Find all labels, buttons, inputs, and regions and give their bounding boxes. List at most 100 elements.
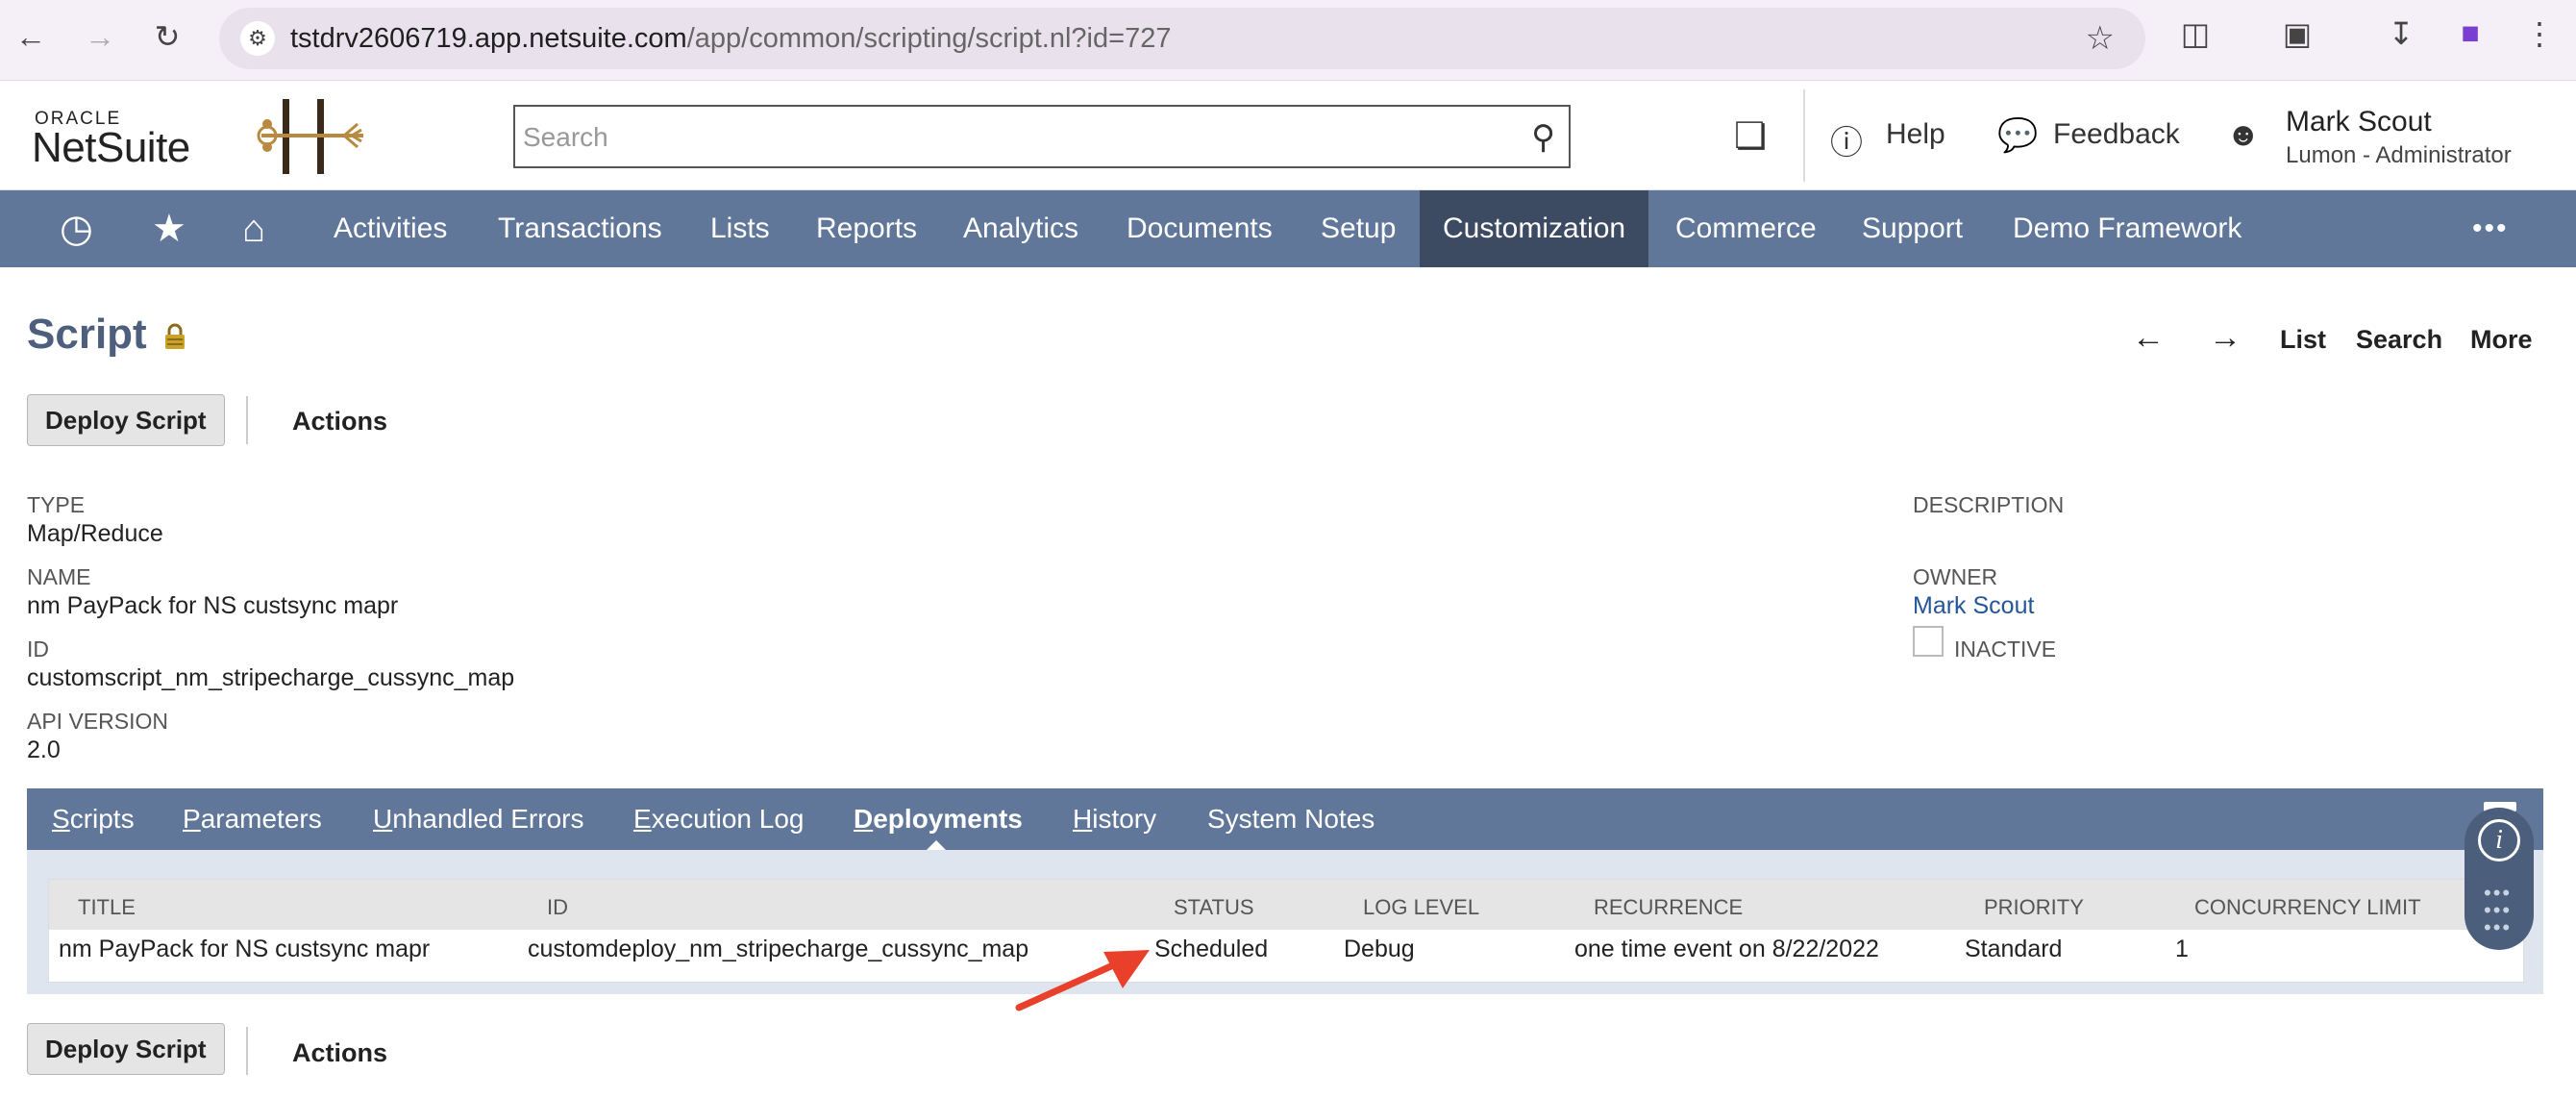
column-header-status[interactable]: STATUS xyxy=(1174,895,1254,920)
help-link[interactable]: Help xyxy=(1886,118,1945,151)
tab-unhandled-errors[interactable]: Unhandled Errors xyxy=(373,788,583,850)
inactive-checkbox[interactable] xyxy=(1913,626,1944,657)
recent-icon[interactable]: ◷ xyxy=(60,190,93,267)
tab-hotkey: H xyxy=(1073,804,1093,834)
more-link[interactable]: More xyxy=(2470,325,2533,355)
button-divider-bottom xyxy=(246,1027,248,1075)
description-label: DESCRIPTION xyxy=(1913,492,2065,517)
back-icon[interactable]: ← xyxy=(13,19,48,54)
column-header-priority[interactable]: PRIORITY xyxy=(1984,895,2084,920)
search-icon[interactable]: ⚲ xyxy=(1531,118,1555,157)
nav-transactions[interactable]: Transactions xyxy=(498,190,662,267)
recent-records-icon[interactable]: ❏ xyxy=(1734,114,1767,158)
deployment-log-level: Debug xyxy=(1344,936,1415,962)
forward-icon[interactable]: → xyxy=(83,19,117,54)
nav-lists[interactable]: Lists xyxy=(710,190,770,267)
deployments-table: TITLE ID STATUS LOG LEVEL RECURRENCE PRI… xyxy=(48,879,2524,983)
help-icon[interactable]: ⓘ xyxy=(1830,116,1863,163)
tab-label: System Notes xyxy=(1207,804,1375,834)
global-search-input[interactable]: Search ⚲ xyxy=(513,105,1571,168)
tab-parameters[interactable]: Parameters xyxy=(183,788,322,850)
download-icon[interactable]: ↧ xyxy=(2380,15,2422,52)
column-header-concurrency[interactable]: CONCURRENCY LIMIT xyxy=(2194,895,2421,920)
search-placeholder: Search xyxy=(523,122,608,152)
tab-hotkey: P xyxy=(183,804,201,834)
tab-label: istory xyxy=(1092,804,1157,834)
previous-record-icon[interactable]: ← xyxy=(2132,319,2165,357)
nav-setup[interactable]: Setup xyxy=(1321,190,1396,267)
owner-link[interactable]: Mark Scout xyxy=(1913,592,2034,620)
inactive-label: INACTIVE xyxy=(1954,636,2057,661)
tab-label: eployments xyxy=(873,804,1023,834)
home-icon[interactable]: ⌂ xyxy=(242,190,265,267)
address-bar[interactable]: ⚙ tstdrv2606719.app.netsuite.com/app/com… xyxy=(219,8,2145,69)
nav-more-icon[interactable]: ••• xyxy=(2472,190,2509,267)
bookmark-star-icon[interactable]: ☆ xyxy=(2086,19,2115,58)
actions-menu-bottom[interactable]: Actions xyxy=(292,1038,387,1068)
column-header-title[interactable]: TITLE xyxy=(78,895,136,920)
tab-execution-log[interactable]: Execution Log xyxy=(633,788,804,850)
tab-history[interactable]: History xyxy=(1073,788,1156,850)
netsuite-logo[interactable]: NetSuite xyxy=(32,124,190,172)
nav-documents[interactable]: Documents xyxy=(1127,190,1273,267)
nav-demo-framework[interactable]: Demo Framework xyxy=(2013,190,2242,267)
deployment-priority: Standard xyxy=(1965,936,2063,962)
tab-label: arameters xyxy=(200,804,322,834)
tab-system-notes[interactable]: System Notes xyxy=(1207,788,1375,850)
chrome-menu-icon[interactable]: ⋮ xyxy=(2518,15,2561,52)
deployment-recurrence: one time event on 8/22/2022 xyxy=(1574,936,1879,962)
column-header-recurrence[interactable]: RECURRENCE xyxy=(1594,895,1743,920)
site-info-icon[interactable]: ⚙ xyxy=(240,21,275,56)
url-path: /app/common/scripting/script.nl?id=727 xyxy=(686,23,1172,54)
role-switch-icon[interactable]: ☻ xyxy=(2226,116,2261,154)
subtab-bar: Scripts Parameters Unhandled Errors Exec… xyxy=(27,788,2543,850)
user-role[interactable]: Lumon - Administrator xyxy=(2286,142,2512,169)
column-header-id[interactable]: ID xyxy=(547,895,568,920)
nav-analytics[interactable]: Analytics xyxy=(963,190,1078,267)
nav-support[interactable]: Support xyxy=(1862,190,1963,267)
column-header-log-level[interactable]: LOG LEVEL xyxy=(1363,895,1479,920)
cast-icon[interactable]: ▣ xyxy=(2276,15,2318,52)
api-version-value: 2.0 xyxy=(27,736,61,763)
search-link[interactable]: Search xyxy=(2356,325,2442,355)
company-logo-icon xyxy=(257,99,363,174)
user-name[interactable]: Mark Scout xyxy=(2286,106,2432,138)
deployment-concurrency: 1 xyxy=(2175,936,2189,962)
tab-label: cripts xyxy=(69,804,135,834)
tab-hotkey: U xyxy=(373,804,393,834)
id-value: customscript_nm_stripecharge_cussync_map xyxy=(27,664,515,691)
help-widget[interactable]: i ••• ••• ••• xyxy=(2465,808,2534,950)
nav-commerce[interactable]: Commerce xyxy=(1675,190,1817,267)
next-record-icon[interactable]: → xyxy=(2209,319,2242,357)
deploy-script-button-bottom[interactable]: Deploy Script xyxy=(27,1023,225,1075)
owner-label: OWNER xyxy=(1913,564,1998,589)
deployment-title-link[interactable]: nm PayPack for NS custsync mapr xyxy=(59,936,430,963)
netsuite-header: ORACLE NetSuite Search ⚲ ❏ ⓘ Help 💬 Feed… xyxy=(0,82,2576,190)
nav-activities[interactable]: Activities xyxy=(334,190,447,267)
actions-menu[interactable]: Actions xyxy=(292,407,387,437)
tab-scripts[interactable]: Scripts xyxy=(52,788,135,850)
info-icon[interactable]: i xyxy=(2478,819,2520,861)
table-header: TITLE ID STATUS LOG LEVEL RECURRENCE PRI… xyxy=(49,880,2523,930)
tab-label: nhandled Errors xyxy=(392,804,584,834)
deployment-id: customdeploy_nm_stripecharge_cussync_map xyxy=(528,936,1029,962)
deploy-script-button[interactable]: Deploy Script xyxy=(27,394,225,446)
deployment-status: Scheduled xyxy=(1154,936,1269,962)
url-host: tstdrv2606719.app.netsuite.com xyxy=(290,23,687,54)
header-divider xyxy=(1803,89,1805,182)
list-link[interactable]: List xyxy=(2280,325,2326,355)
button-divider xyxy=(246,396,248,444)
nav-reports[interactable]: Reports xyxy=(816,190,917,267)
feedback-link[interactable]: Feedback xyxy=(2053,118,2180,151)
grip-dots-icon[interactable]: ••• ••• ••• xyxy=(2484,883,2512,938)
favorites-star-icon[interactable]: ★ xyxy=(152,190,186,267)
annotation-arrow-icon xyxy=(1015,950,1150,1011)
extension-app-icon[interactable]: ■ xyxy=(2449,15,2491,51)
extensions-icon[interactable]: ◫ xyxy=(2174,15,2217,52)
feedback-icon[interactable]: 💬 xyxy=(1997,116,2038,155)
name-value: nm PayPack for NS custsync mapr xyxy=(27,592,399,619)
nav-customization[interactable]: Customization xyxy=(1420,190,1649,267)
url-text: tstdrv2606719.app.netsuite.com/app/commo… xyxy=(290,23,1171,55)
reload-icon[interactable]: ↻ xyxy=(150,19,185,54)
tab-hotkey: D xyxy=(854,804,874,834)
